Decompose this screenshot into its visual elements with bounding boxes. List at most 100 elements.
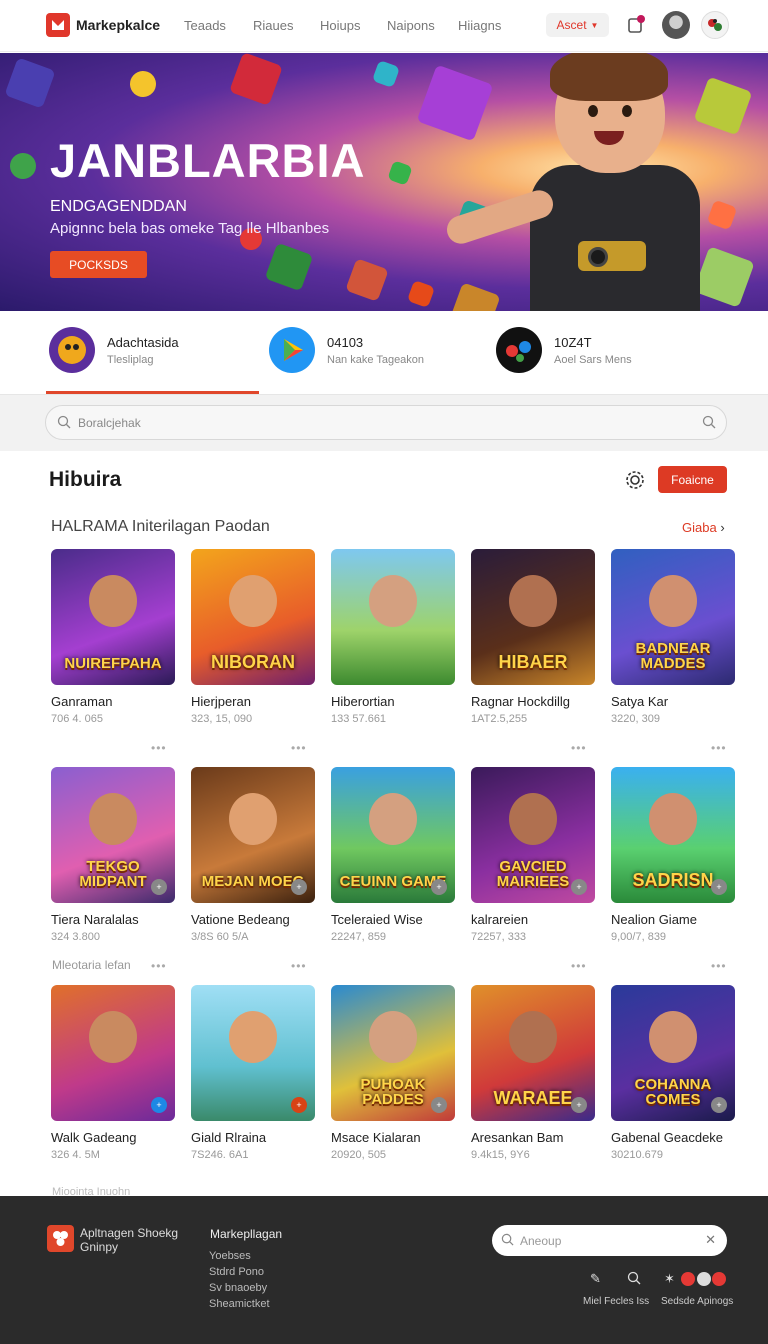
game-card[interactable]: HIBAER Ragnar Hockdillg 1AT2.5,255 ••• — [471, 549, 595, 755]
profile-badge-icon[interactable] — [701, 11, 729, 39]
close-icon[interactable]: ✕ — [705, 1232, 716, 1248]
game-name[interactable]: Walk Gadeang — [51, 1130, 137, 1145]
game-name[interactable]: kalrareien — [471, 912, 528, 927]
see-all-link[interactable]: Giaba › — [682, 520, 725, 535]
game-name[interactable]: Satya Kar — [611, 694, 668, 709]
nav-link-1[interactable]: Teaads — [184, 18, 226, 33]
game-thumbnail[interactable]: TEKGO MIDPANT + — [51, 767, 175, 903]
platform-badge-icon: + — [431, 879, 447, 895]
game-name[interactable]: Ragnar Hockdillg — [471, 694, 570, 709]
game-card[interactable]: WARAEE + Aresankan Bam 9.4k15, 9Y6 — [471, 985, 595, 1185]
nav-link-3[interactable]: Hoiups — [320, 18, 360, 33]
brand-name[interactable]: Markepkalce — [76, 17, 160, 33]
game-thumbnail[interactable]: NUIREFPAHA — [51, 549, 175, 685]
character-face — [369, 1011, 417, 1063]
game-card[interactable]: Hiberortian 133 57.661 — [331, 549, 455, 749]
game-name[interactable]: Aresankan Bam — [471, 1130, 564, 1145]
game-name[interactable]: Hiberortian — [331, 694, 395, 709]
stat-sub: Aoel Sars Mens — [554, 354, 632, 366]
row-note: Mleotaria lefan — [52, 958, 131, 972]
game-meta: 9.4k15, 9Y6 — [471, 1149, 530, 1161]
game-card[interactable]: + Walk Gadeang 326 4. 5M — [51, 985, 175, 1185]
game-name[interactable]: Ganraman — [51, 694, 112, 709]
footer — [0, 1196, 768, 1344]
play-logo-icon[interactable] — [46, 13, 70, 37]
more-options-icon[interactable]: ••• — [151, 741, 167, 755]
platform-badge-icon: + — [571, 879, 587, 895]
game-card[interactable]: PUHOAK PADDES + Msace Kialaran 20920, 505 — [331, 985, 455, 1185]
game-meta: 323, 15, 090 — [191, 713, 253, 725]
more-options-icon[interactable]: ••• — [151, 959, 167, 973]
notification-icon[interactable] — [626, 14, 646, 36]
game-name[interactable]: Tceleraied Wise — [331, 912, 423, 927]
user-avatar[interactable] — [662, 11, 690, 39]
platform-badge-icon: + — [151, 879, 167, 895]
game-name[interactable]: Nealion Giame — [611, 912, 697, 927]
more-options-icon[interactable]: ••• — [571, 959, 587, 973]
game-thumbnail[interactable]: BADNEAR MADDES — [611, 549, 735, 685]
search-icon[interactable] — [627, 1271, 643, 1287]
footer-link[interactable]: Sheamictket — [209, 1296, 270, 1312]
game-name[interactable]: Tiera Naralalas — [51, 912, 139, 927]
footer-search-input[interactable]: Aneoup ✕ — [492, 1225, 727, 1256]
footer-link[interactable]: Sv bnaoeby — [209, 1280, 270, 1296]
game-thumbnail[interactable]: SADRISN + — [611, 767, 735, 903]
game-thumbnail[interactable]: + — [51, 985, 175, 1121]
more-options-icon[interactable]: ••• — [711, 959, 727, 973]
section-action-button[interactable]: Foaicne — [658, 466, 727, 493]
game-thumbnail[interactable]: COHANNA COMES + — [611, 985, 735, 1121]
asset-dropdown[interactable]: Ascet ▼ — [546, 13, 609, 37]
game-thumbnail[interactable]: HIBAER — [471, 549, 595, 685]
more-options-icon[interactable]: ••• — [711, 741, 727, 755]
game-card[interactable]: SADRISN + Nealion Giame 9,00/7, 839 ••• — [611, 767, 735, 973]
game-meta: 133 57.661 — [331, 713, 387, 725]
nav-link-5[interactable]: Hiiagns — [458, 18, 501, 33]
game-card[interactable]: COHANNA COMES + Gabenal Geacdeke 30210.679 — [611, 985, 735, 1185]
game-thumbnail[interactable] — [331, 549, 455, 685]
game-name[interactable]: Gabenal Geacdeke — [611, 1130, 723, 1145]
more-options-icon[interactable]: ••• — [291, 959, 307, 973]
character-face — [89, 575, 137, 627]
more-options-icon[interactable]: ••• — [291, 741, 307, 755]
nav-link-2[interactable]: Riaues — [253, 18, 293, 33]
game-thumbnail[interactable]: PUHOAK PADDES + — [331, 985, 455, 1121]
gear-icon[interactable] — [624, 469, 646, 491]
search-input[interactable]: Boralcjehak — [45, 405, 727, 440]
footer-link[interactable]: Yoebses — [209, 1248, 270, 1264]
game-card[interactable]: MEJAN MOEG + Vatione Bedeang 3/8S 60 5/A ••• — [191, 767, 315, 973]
game-name[interactable]: Vatione Bedeang — [191, 912, 290, 927]
game-thumbnail[interactable]: NIBORAN — [191, 549, 315, 685]
nav-link-4[interactable]: Naipons — [387, 18, 435, 33]
footer-right-label[interactable]: Sedsde Apinogs — [661, 1296, 733, 1307]
hero-cta-button[interactable]: POCKSDS — [50, 251, 147, 278]
footer-link[interactable]: Stdrd Pono — [209, 1264, 270, 1280]
platform-badge-icon: + — [571, 1097, 587, 1113]
game-thumbnail[interactable]: CEUINN GAME + — [331, 767, 455, 903]
game-card[interactable]: GAVCIED MAIRIEES + kalrareien 72257, 333 ••• — [471, 767, 595, 973]
footer-left-label[interactable]: Miel Fecles Iss — [583, 1296, 649, 1307]
character-face — [369, 575, 417, 627]
game-thumbnail[interactable]: + — [191, 985, 315, 1121]
game-thumbnail[interactable]: WARAEE + — [471, 985, 595, 1121]
more-options-icon[interactable]: ••• — [571, 741, 587, 755]
chevron-right-icon: › — [720, 520, 725, 535]
footer-logo-icon[interactable] — [47, 1225, 74, 1252]
game-name[interactable]: Giald Rlraina — [191, 1130, 266, 1145]
game-thumbnail[interactable]: GAVCIED MAIRIEES + — [471, 767, 595, 903]
game-name[interactable]: Hierjperan — [191, 694, 251, 709]
game-thumbnail-title: HIBAER — [498, 652, 568, 672]
stat-sub: Tlesliplag — [107, 354, 154, 366]
game-card[interactable]: TEKGO MIDPANT + Tiera Naralalas 324 3.800 ••… — [51, 767, 175, 973]
game-card[interactable]: CEUINN GAME + Tceleraied Wise 22247, 859 — [331, 767, 455, 967]
game-card[interactable]: + Giald Rlraina 7S246. 6A1 — [191, 985, 315, 1185]
game-name[interactable]: Msace Kialaran — [331, 1130, 421, 1145]
status-dot-red — [712, 1272, 726, 1286]
game-thumbnail[interactable]: MEJAN MOEG + — [191, 767, 315, 903]
mascot-icon — [49, 327, 95, 373]
game-card[interactable]: NIBORAN Hierjperan 323, 15, 090 ••• — [191, 549, 315, 755]
search-submit-icon[interactable] — [702, 415, 716, 429]
star-icon[interactable]: ✶ — [664, 1271, 680, 1287]
game-card[interactable]: BADNEAR MADDES Satya Kar 3220, 309 ••• — [611, 549, 735, 755]
edit-icon[interactable]: ✎ — [590, 1271, 606, 1287]
game-card[interactable]: NUIREFPAHA Ganraman 706 4. 065 ••• — [51, 549, 175, 755]
